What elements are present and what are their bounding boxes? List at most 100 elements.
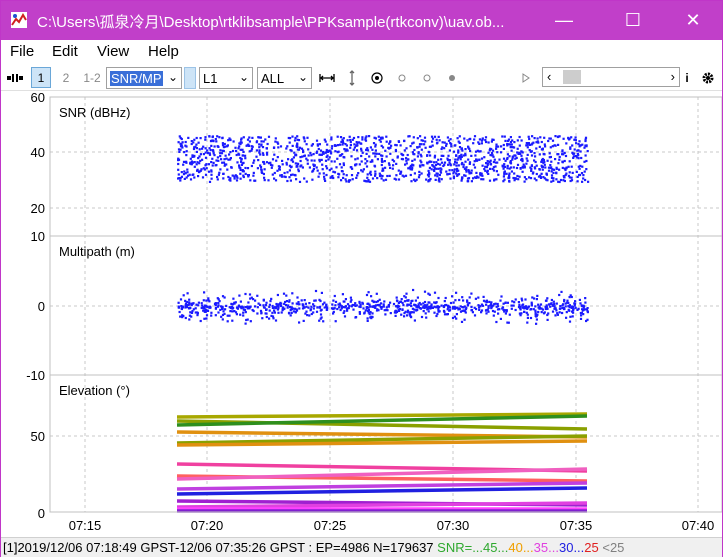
snr-point (201, 176, 205, 179)
snr-point (388, 174, 391, 177)
snr-point (197, 171, 201, 174)
snr-point (583, 160, 586, 163)
multipath-point (504, 301, 507, 304)
snr-point (387, 162, 391, 165)
snr-point (251, 145, 254, 148)
fit-horizontal-icon[interactable] (317, 67, 337, 88)
snr-point (463, 137, 466, 140)
close-button[interactable]: ✕ (670, 1, 716, 40)
snr-point (180, 171, 183, 174)
snr-point (513, 154, 517, 157)
snr-point (321, 151, 325, 154)
multipath-point (413, 319, 416, 322)
play-icon[interactable] (518, 67, 534, 88)
snr-point (530, 143, 533, 146)
multipath-point (459, 305, 462, 308)
multipath-point (261, 317, 264, 320)
snr-point (581, 180, 584, 183)
snr-point (581, 143, 584, 146)
multipath-point (555, 309, 558, 312)
multipath-point (413, 303, 416, 307)
multipath-point (283, 302, 286, 305)
snr-point (349, 143, 352, 147)
multipath-point (350, 305, 353, 308)
frame-1-button[interactable]: 1 (31, 67, 51, 88)
plot-type-select[interactable]: SNR/MP ⌄ (106, 67, 182, 89)
multipath-point (242, 314, 245, 317)
frame-1-2-button[interactable]: 1-2 (81, 67, 103, 88)
menu-help[interactable]: Help (148, 43, 179, 60)
elevation-plot-title: Elevation (°) (59, 383, 130, 398)
multipath-point (244, 306, 247, 309)
multipath-point (506, 321, 509, 324)
snr-point (516, 163, 520, 166)
snr-point (555, 171, 558, 174)
snr-point (324, 140, 327, 143)
snr-point (456, 169, 459, 173)
frame-2-button[interactable]: 2 (56, 67, 76, 88)
snr-point (280, 174, 283, 177)
snr-point (457, 164, 460, 167)
snr-point (543, 163, 546, 166)
snr-point (366, 173, 369, 176)
frequency-select[interactable]: L1 ⌄ (199, 67, 253, 89)
snr-point (240, 160, 243, 163)
multipath-point (526, 321, 529, 324)
snr-point (275, 159, 278, 162)
multipath-point (238, 294, 241, 297)
snr-point (216, 178, 219, 181)
title-bar[interactable]: C:\Users\孤泉冷月\Desktop\rtklibsample\PPKsa… (1, 1, 722, 40)
show-points-icon[interactable] (417, 67, 437, 88)
snr-point (212, 161, 215, 164)
multipath-point (276, 293, 279, 297)
snr-point (578, 145, 581, 148)
snr-point (462, 163, 465, 166)
menu-view[interactable]: View (97, 43, 129, 60)
multipath-point (499, 299, 502, 302)
snr-point (488, 179, 492, 182)
plot-area[interactable]: SNR (dBHz) Multipath (m) Elevation (°) 6… (1, 91, 722, 537)
snr-point (555, 178, 558, 181)
multipath-point (559, 305, 562, 308)
multipath-point (566, 299, 569, 302)
snr-point (334, 150, 337, 153)
snr-point (276, 169, 279, 172)
show-trace-icon[interactable] (392, 67, 412, 88)
snr-point (545, 173, 548, 176)
snr-point (473, 138, 476, 141)
snr-point (191, 161, 194, 164)
snr-point (312, 153, 315, 156)
multipath-point (456, 306, 459, 309)
time-scrollbar[interactable]: ‹ › (542, 67, 680, 87)
multipath-point (521, 299, 524, 302)
multipath-point (464, 311, 467, 314)
multipath-point (443, 300, 446, 303)
snr-point (533, 152, 536, 155)
connect-icon[interactable] (5, 67, 25, 88)
scrollbar-thumb[interactable] (563, 70, 581, 84)
snr-point (395, 174, 398, 177)
multipath-point (436, 312, 439, 316)
snr-point (195, 136, 198, 140)
snr-point (550, 160, 553, 163)
menu-edit[interactable]: Edit (52, 43, 78, 60)
snr-point (354, 158, 357, 161)
center-origin-icon[interactable] (367, 67, 387, 88)
maximize-button[interactable]: ☐ (610, 1, 656, 40)
snr-point (288, 169, 291, 172)
multipath-point (470, 309, 473, 312)
info-icon[interactable]: i (682, 67, 692, 88)
snr-point (503, 170, 506, 173)
multipath-point (397, 304, 400, 307)
snr-point (541, 159, 544, 162)
gear-icon[interactable] (698, 67, 718, 88)
menu-file[interactable]: File (10, 43, 34, 60)
snr-point (576, 175, 579, 178)
snr-point (177, 148, 181, 151)
show-dots-icon[interactable] (442, 67, 462, 88)
snr-point (577, 165, 580, 168)
fit-vertical-icon[interactable] (342, 67, 362, 88)
minimize-button[interactable]: — (541, 1, 587, 40)
multipath-point (460, 320, 464, 323)
satellite-select[interactable]: ALL ⌄ (257, 67, 312, 89)
